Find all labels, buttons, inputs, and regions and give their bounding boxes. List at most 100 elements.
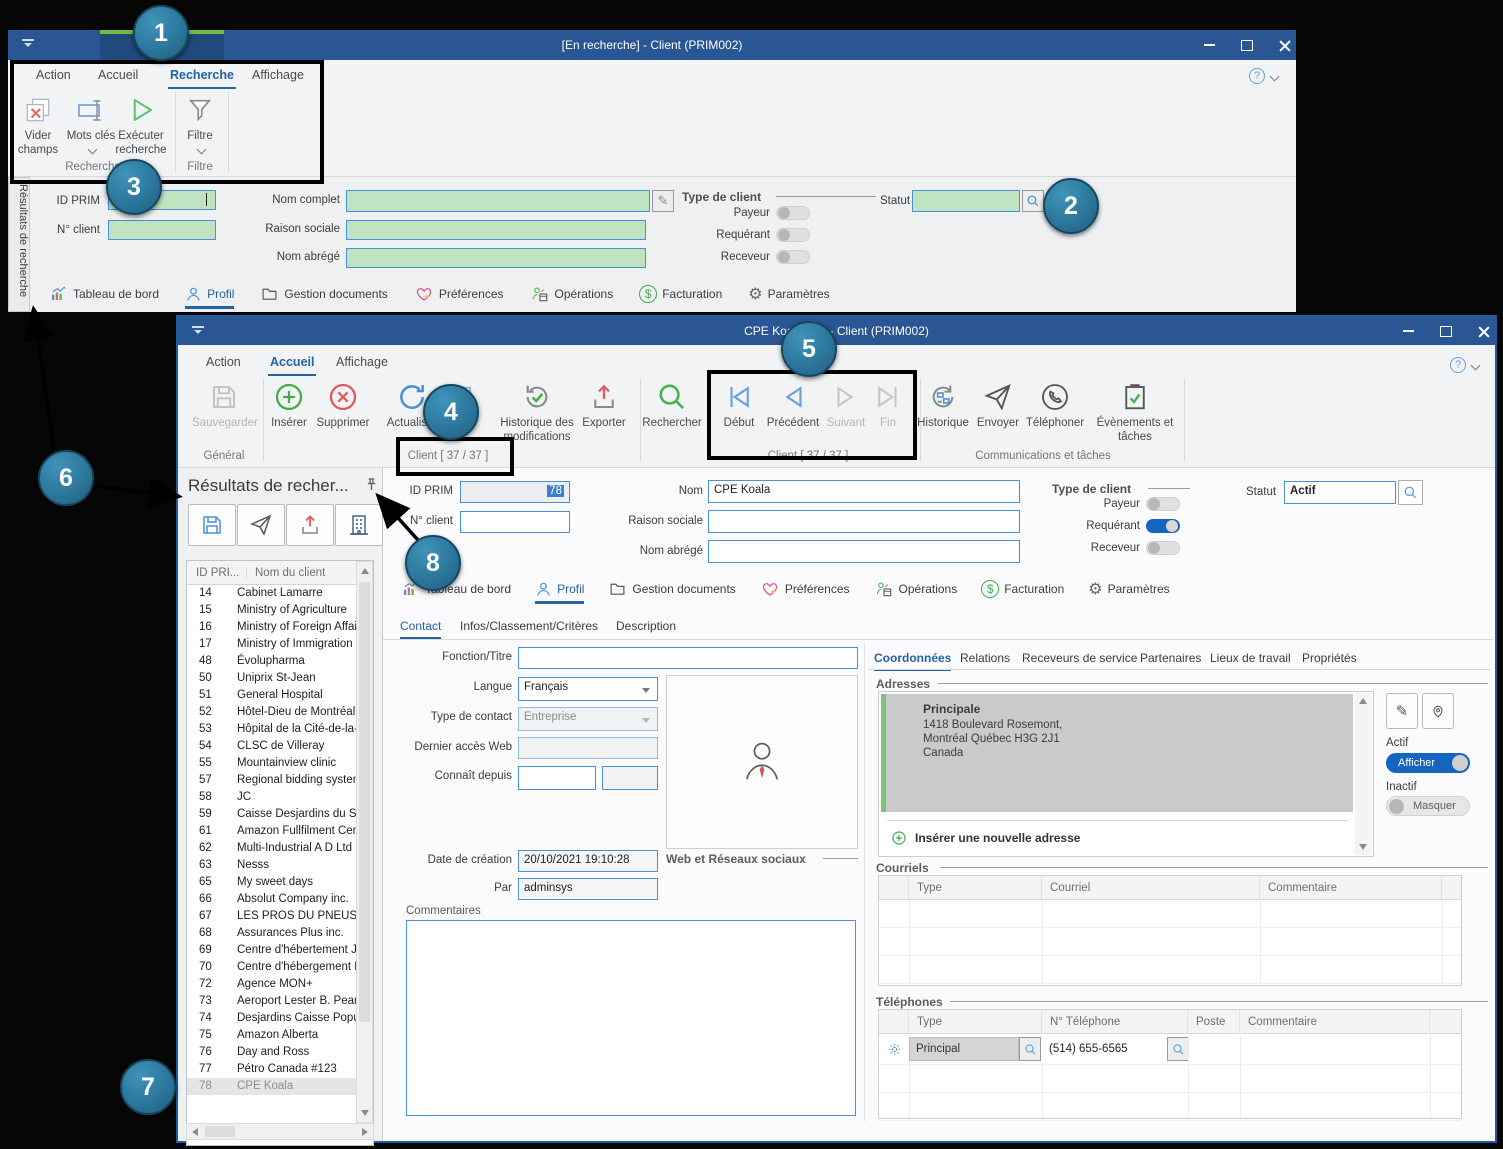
results-row[interactable]: 76Day and Ross [187,1044,373,1061]
dernier-acces-input[interactable] [518,737,658,759]
results-row[interactable]: 74Desjardins Caisse Popula [187,1010,373,1027]
nav-parametres[interactable]: ⚙ Paramètres [748,284,829,303]
rechercher-button[interactable]: Rechercher [640,379,704,431]
inserer-button[interactable]: Insérer [266,379,312,431]
evenements-taches-button[interactable]: Évènements et tâches [1094,379,1176,445]
tab-partenaires[interactable]: Partenaires [1140,651,1201,665]
results-row[interactable]: 73Aeroport Lester B. Pears [187,993,373,1010]
results-row[interactable]: 15Ministry of Agriculture [187,602,373,619]
col-poste[interactable]: Poste [1188,1010,1240,1033]
close-icon[interactable] [1478,326,1489,337]
nav-gestion-documents[interactable]: Gestion documents [608,580,735,597]
receveur-toggle[interactable] [776,250,810,264]
edit-address-button[interactable]: ✎ [1386,693,1418,729]
results-row[interactable]: 77Pétro Canada #123 [187,1061,373,1078]
results-hscrollbar[interactable] [186,1123,374,1140]
nom-abrege-input[interactable] [708,540,1020,563]
company-view-button[interactable] [335,504,383,546]
results-vscrollbar[interactable] [356,561,373,1123]
col-commentaire[interactable]: Commentaire [1240,1010,1430,1033]
subtab-contact[interactable]: Contact [400,619,441,633]
nav-tableau-de-bord[interactable]: Tableau de bord [48,285,159,303]
no-client-input[interactable] [460,511,570,533]
help-button[interactable]: ? [1450,357,1479,373]
raison-sociale-input[interactable] [346,220,646,240]
col-type[interactable]: Type [909,876,1042,899]
vscroll-thumb[interactable] [359,582,370,1022]
save-results-button[interactable] [188,504,236,546]
tab-relations[interactable]: Relations [960,651,1010,665]
nav-gestion-documents[interactable]: Gestion documents [260,285,387,302]
fin-button[interactable]: Fin [868,379,908,431]
scroll-down-icon[interactable] [361,1110,369,1116]
empty-row[interactable] [879,1093,1461,1121]
results-row[interactable]: 75Amazon Alberta [187,1027,373,1044]
payeur-toggle[interactable] [776,206,810,220]
nav-parametres[interactable]: ⚙ Paramètres [1088,579,1169,598]
vider-champs-button[interactable]: Vider champs [12,92,64,158]
nav-preferences[interactable]: Préférences [414,285,504,303]
results-row[interactable]: 52Hôtel-Dieu de Montréal [187,704,373,721]
filtre-button[interactable]: Filtre [178,92,222,158]
results-row[interactable]: 67LES PROS DU PNEUS INC [187,908,373,925]
exporter-button[interactable]: Exporter [578,379,630,431]
courriels-empty-rows[interactable] [879,900,1461,984]
contact-photo-placeholder[interactable] [666,675,858,849]
telephoner-button[interactable]: Téléphoner [1020,379,1090,431]
results-row[interactable]: 54CLSC de Villeray [187,738,373,755]
tab-coordonnees[interactable]: Coordonnées [874,651,951,665]
historique-modifications-button[interactable]: Historique des modifications [482,379,592,445]
col-courriel[interactable]: Courriel [1042,876,1260,899]
fonction-titre-input[interactable] [518,647,858,669]
empty-row[interactable] [879,956,1461,984]
export-results-button[interactable] [286,504,334,546]
tab-accueil[interactable]: Accueil [270,355,314,369]
connait-depuis-input[interactable] [518,766,596,790]
results-row[interactable]: 66Absolut Company inc. [187,891,373,908]
results-row[interactable]: 65My sweet days [187,874,373,891]
col-type[interactable]: Type [909,1010,1042,1033]
nav-facturation[interactable]: $ Facturation [639,285,722,303]
col-commentaire[interactable]: Commentaire [1260,876,1442,899]
results-row[interactable]: 55Mountainview clinic [187,755,373,772]
hscroll-thumb[interactable] [205,1126,235,1137]
debut-button[interactable]: Début [716,379,762,431]
window2-titlebar[interactable]: CPE Koala [78] - Client (PRIM002) [178,317,1495,345]
tab-affichage[interactable]: Affichage [252,68,304,82]
precedent-button[interactable]: Précédent [762,379,824,431]
statut-input[interactable] [912,190,1020,212]
nom-input[interactable]: CPE Koala [708,480,1020,503]
maximize-icon[interactable] [1440,326,1452,337]
scroll-up-icon[interactable] [361,568,369,574]
langue-select[interactable]: Français [518,677,658,701]
payeur-toggle[interactable] [1146,497,1180,511]
results-row[interactable]: 51General Hospital [187,687,373,704]
statut-input[interactable]: Actif [1284,481,1396,504]
tab-action[interactable]: Action [206,355,241,369]
address-card-principale[interactable]: Principale 1418 Boulevard Rosemont, Mont… [881,694,1353,812]
results-row[interactable]: 70Centre d'hébergement H [187,959,373,976]
raison-sociale-input[interactable] [708,510,1020,533]
tab-proprietes[interactable]: Propriétés [1302,651,1357,665]
nav-preferences[interactable]: Préférences [760,580,850,598]
minimize-icon[interactable] [1204,44,1215,46]
results-row[interactable]: 62Multi-Industrial A D Ltd [187,840,373,857]
subtab-description[interactable]: Description [616,619,676,633]
map-address-button[interactable] [1422,693,1454,729]
tab-recherche[interactable]: Recherche [170,68,234,82]
masquer-toggle[interactable]: Masquer [1386,796,1470,816]
tel-number-lookup-button[interactable] [1167,1037,1189,1061]
tel-number-value[interactable]: (514) 655-6565 [1041,1043,1167,1055]
results-row[interactable]: 50Uniprix St-Jean [187,670,373,687]
telephones-empty-rows[interactable] [879,1065,1461,1121]
type-contact-select[interactable]: Entreprise [518,707,658,731]
nav-facturation[interactable]: $ Facturation [981,580,1064,598]
no-client-input[interactable] [108,220,216,240]
maximize-icon[interactable] [1241,40,1253,51]
sauvegarder-button[interactable]: Sauvegarder [192,379,256,431]
nav-profil[interactable]: Profil [185,285,234,303]
edit-name-button[interactable]: ✎ [652,190,674,212]
receveur-toggle[interactable] [1146,541,1180,555]
historique-button[interactable]: Historique [914,379,972,431]
empty-row[interactable] [879,900,1461,928]
